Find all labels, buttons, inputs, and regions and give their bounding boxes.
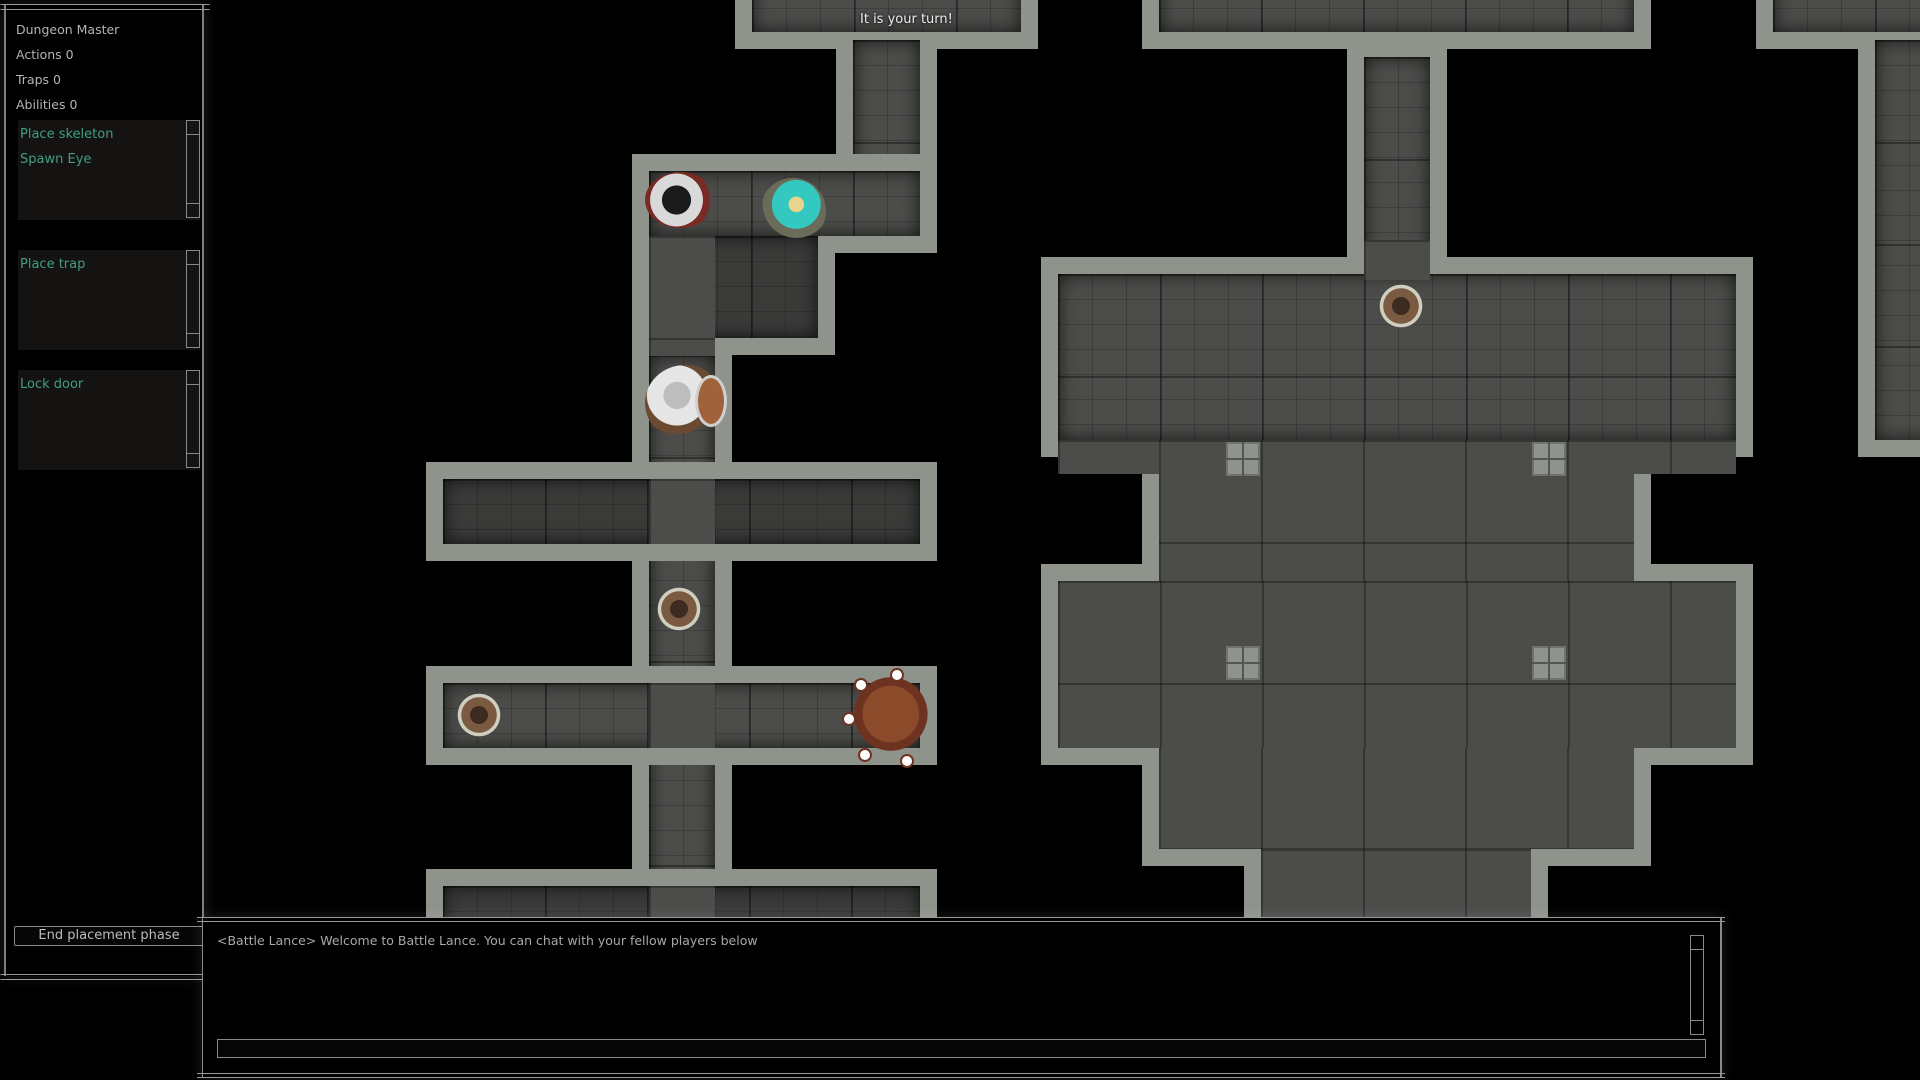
chat-top-edge bbox=[197, 917, 1725, 922]
actions-list[interactable]: Place skeleton Spawn Eye bbox=[18, 120, 200, 220]
pillar bbox=[1226, 442, 1260, 476]
abilities-list[interactable]: Lock door bbox=[18, 370, 200, 470]
scroll-up-button[interactable] bbox=[187, 371, 199, 385]
traps-count: Traps 0 bbox=[16, 72, 61, 87]
chat-bottom-edge bbox=[197, 1073, 1725, 1078]
list-item-place-skeleton[interactable]: Place skeleton bbox=[20, 122, 113, 147]
skeleton-token[interactable] bbox=[1370, 275, 1432, 337]
corridor-to-big-room[interactable] bbox=[1347, 40, 1447, 274]
dwarf-token[interactable] bbox=[645, 365, 727, 441]
chat-scrollbar[interactable] bbox=[1690, 935, 1704, 1035]
scroll-up-button[interactable] bbox=[1691, 936, 1703, 950]
cleric-token[interactable] bbox=[760, 178, 826, 244]
chat-panel: <Battle Lance> Welcome to Battle Lance. … bbox=[197, 917, 1725, 1078]
actions-list-scrollbar[interactable] bbox=[186, 120, 200, 218]
chat-message: <Battle Lance> Welcome to Battle Lance. … bbox=[217, 933, 758, 948]
role-label: Dungeon Master bbox=[16, 22, 120, 37]
eye-monster-token[interactable] bbox=[838, 668, 934, 768]
scroll-up-button[interactable] bbox=[187, 121, 199, 135]
dungeon-master-panel: Dungeon Master Actions 0 Traps 0 Abiliti… bbox=[0, 4, 210, 980]
pillar bbox=[1532, 646, 1566, 680]
rogue-token[interactable] bbox=[645, 172, 715, 228]
panel-bottom-edge bbox=[0, 974, 210, 980]
chat-input[interactable] bbox=[217, 1039, 1706, 1058]
skeleton-token[interactable] bbox=[648, 578, 710, 640]
pillar bbox=[1226, 646, 1260, 680]
list-item-place-trap[interactable]: Place trap bbox=[20, 252, 85, 277]
turn-status-banner: It is your turn! bbox=[860, 12, 953, 27]
traps-list[interactable]: Place trap bbox=[18, 250, 200, 350]
corridor-right-column[interactable] bbox=[1858, 40, 1920, 457]
scroll-down-button[interactable] bbox=[1691, 1020, 1703, 1034]
actions-count: Actions 0 bbox=[16, 47, 74, 62]
scroll-down-button[interactable] bbox=[187, 333, 199, 347]
abilities-count: Abilities 0 bbox=[16, 97, 78, 112]
end-placement-phase-button[interactable]: End placement phase bbox=[14, 926, 204, 946]
list-item-lock-door[interactable]: Lock door bbox=[20, 372, 83, 397]
scroll-down-button[interactable] bbox=[187, 203, 199, 217]
scroll-down-button[interactable] bbox=[187, 453, 199, 467]
pillar bbox=[1532, 442, 1566, 476]
scroll-up-button[interactable] bbox=[187, 251, 199, 265]
traps-list-scrollbar[interactable] bbox=[186, 250, 200, 348]
shield-icon bbox=[695, 375, 727, 427]
list-item-spawn-eye[interactable]: Spawn Eye bbox=[20, 147, 113, 172]
abilities-list-scrollbar[interactable] bbox=[186, 370, 200, 468]
skeleton-token[interactable] bbox=[448, 684, 510, 746]
panel-top-edge bbox=[0, 4, 210, 10]
